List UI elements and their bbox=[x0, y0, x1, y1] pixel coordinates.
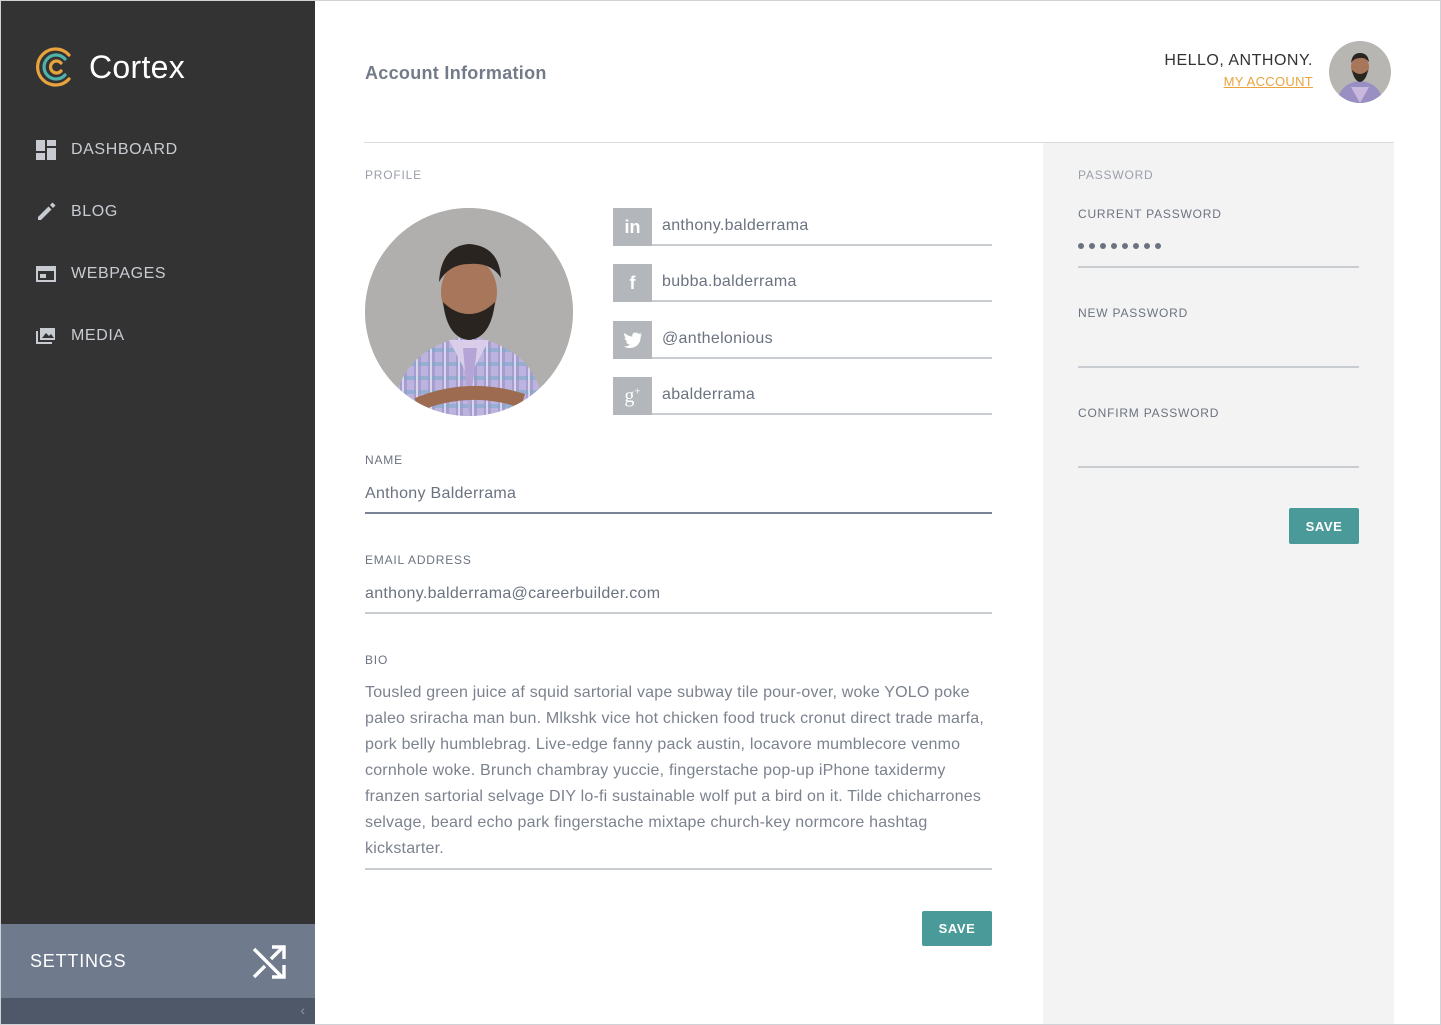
social-row-facebook: f bbox=[613, 264, 992, 302]
current-password-label: CURRENT PASSWORD bbox=[1078, 207, 1222, 221]
pencil-icon bbox=[35, 201, 57, 223]
twitter-input[interactable] bbox=[652, 321, 992, 359]
name-field[interactable] bbox=[365, 476, 992, 514]
media-icon bbox=[35, 325, 57, 347]
password-panel bbox=[1043, 143, 1394, 1024]
google-plus-input[interactable] bbox=[652, 377, 992, 415]
name-label: NAME bbox=[365, 453, 403, 467]
shuffle-icon bbox=[252, 945, 286, 979]
sidebar-item-webpages[interactable]: WEBPAGES bbox=[1, 243, 315, 305]
sidebar-nav: DASHBOARD BLOG WEBPAGES MEDIA bbox=[1, 119, 315, 367]
sidebar-item-media[interactable]: MEDIA bbox=[1, 305, 315, 367]
social-row-linkedin: in bbox=[613, 208, 992, 246]
dashboard-icon bbox=[35, 139, 57, 161]
new-password-field[interactable] bbox=[1078, 332, 1359, 368]
page-title: Account Information bbox=[365, 63, 547, 83]
linkedin-icon: in bbox=[613, 208, 652, 246]
new-password-label: NEW PASSWORD bbox=[1078, 306, 1189, 320]
email-field[interactable] bbox=[365, 576, 992, 614]
bio-label: BIO bbox=[365, 653, 389, 667]
save-profile-button[interactable]: SAVE bbox=[922, 911, 992, 946]
social-row-twitter bbox=[613, 321, 992, 359]
my-account-link[interactable]: MY ACCOUNT bbox=[1224, 74, 1313, 89]
linkedin-input[interactable] bbox=[652, 208, 992, 246]
cortex-logo-icon bbox=[36, 47, 71, 87]
sidebar-item-label: MEDIA bbox=[71, 327, 125, 344]
sidebar-item-dashboard[interactable]: DASHBOARD bbox=[1, 119, 315, 181]
confirm-password-field[interactable] bbox=[1078, 432, 1359, 468]
password-section-label: PASSWORD bbox=[1078, 168, 1154, 182]
app-name: Cortex bbox=[89, 48, 186, 85]
greeting-text: HELLO, ANTHONY. bbox=[1164, 52, 1313, 69]
sidebar-item-settings[interactable]: SETTINGS bbox=[1, 924, 315, 998]
settings-label: SETTINGS bbox=[30, 950, 127, 971]
facebook-input[interactable] bbox=[652, 264, 992, 302]
current-password-field[interactable] bbox=[1078, 232, 1359, 268]
google-plus-icon: g+ bbox=[613, 377, 652, 415]
confirm-password-label: CONFIRM PASSWORD bbox=[1078, 406, 1220, 420]
sidebar: Cortex DASHBOARD BLOG WEBPAGES MEDIA SET… bbox=[1, 1, 315, 1024]
webpage-icon bbox=[35, 263, 57, 285]
sidebar-collapse-bar: ‹ bbox=[1, 998, 315, 1024]
twitter-icon bbox=[613, 321, 652, 359]
save-password-button[interactable]: SAVE bbox=[1289, 508, 1359, 544]
email-label: EMAIL ADDRESS bbox=[365, 553, 472, 567]
bio-underline bbox=[365, 868, 992, 870]
social-row-google-plus: g+ bbox=[613, 377, 992, 415]
sidebar-item-label: WEBPAGES bbox=[71, 265, 167, 282]
chevron-left-icon[interactable]: ‹ bbox=[300, 1002, 305, 1018]
facebook-icon: f bbox=[613, 264, 652, 302]
logo[interactable]: Cortex bbox=[33, 43, 185, 91]
bio-textarea[interactable]: Tousled green juice af squid sartorial v… bbox=[365, 680, 992, 862]
sidebar-item-label: DASHBOARD bbox=[71, 141, 178, 158]
current-password-value bbox=[1078, 243, 1161, 249]
avatar[interactable] bbox=[1329, 41, 1391, 103]
sidebar-item-label: BLOG bbox=[71, 203, 118, 220]
user-greeting: HELLO, ANTHONY. MY ACCOUNT bbox=[1164, 52, 1313, 91]
profile-photo[interactable] bbox=[365, 208, 573, 416]
profile-section-label: PROFILE bbox=[365, 168, 422, 182]
sidebar-item-blog[interactable]: BLOG bbox=[1, 181, 315, 243]
